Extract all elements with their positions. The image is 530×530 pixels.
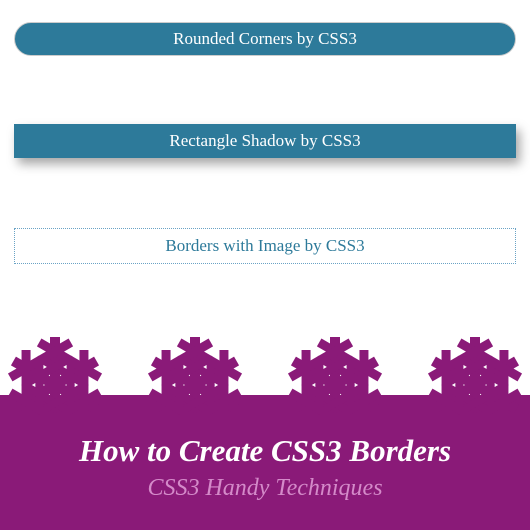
footer: How to Create CSS3 Borders CSS3 Handy Te…	[0, 317, 530, 530]
demo-area: Rounded Corners by CSS3 Rectangle Shadow…	[0, 0, 530, 264]
page-title: How to Create CSS3 Borders	[0, 433, 530, 469]
image-border-demo: Borders with Image by CSS3	[14, 228, 516, 264]
rounded-corners-demo: Rounded Corners by CSS3	[14, 22, 516, 56]
rectangle-shadow-label: Rectangle Shadow by CSS3	[169, 131, 360, 150]
image-border-label: Borders with Image by CSS3	[165, 236, 364, 255]
snowflake-icon	[0, 317, 530, 415]
page-subtitle: CSS3 Handy Techniques	[0, 475, 530, 502]
title-block: How to Create CSS3 Borders CSS3 Handy Te…	[0, 415, 530, 530]
snowflake-decoration	[0, 317, 530, 415]
rounded-corners-label: Rounded Corners by CSS3	[173, 29, 357, 48]
rectangle-shadow-demo: Rectangle Shadow by CSS3	[14, 124, 516, 158]
